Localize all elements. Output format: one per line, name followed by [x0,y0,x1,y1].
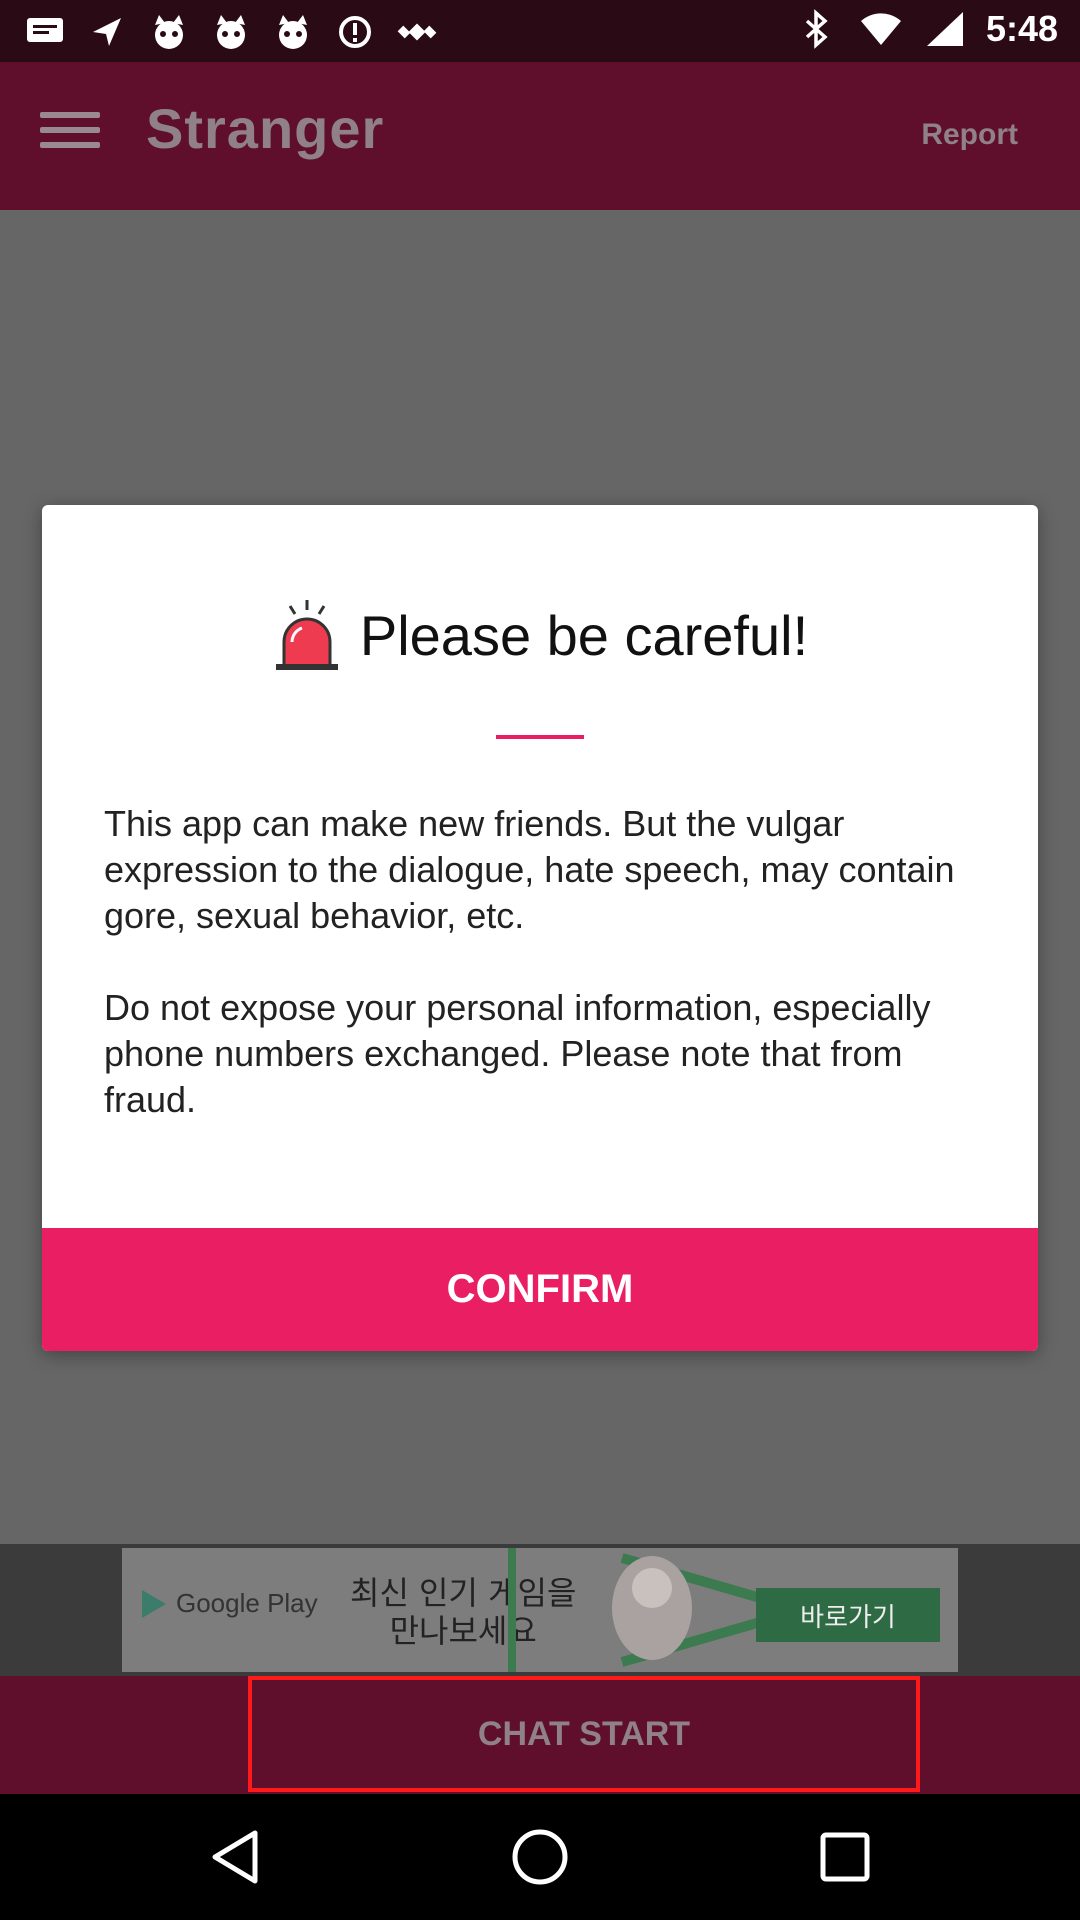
mascot-icon [270,12,316,52]
dialog-message: This app can make new friends. But the v… [104,801,984,1169]
mascot-icon [146,12,192,52]
status-icons-right: 5:48 [794,8,1058,50]
warning-paragraph-2: Do not expose your personal information,… [104,987,931,1120]
status-icons-left [22,12,440,52]
report-button[interactable]: Report [921,118,1018,152]
satellite-icon [394,12,440,52]
play-store-icon [142,1589,166,1618]
title-divider [496,735,584,739]
fake-gps-icon [332,12,378,52]
status-bar: 5:48 [0,0,1080,62]
dialog-title: Please be careful! [359,603,809,667]
warning-dialog: Please be careful! This app can make new… [42,505,1038,1351]
recents-icon[interactable] [810,1822,880,1892]
alarm-siren-icon [275,600,338,670]
bluetooth-icon [794,9,840,49]
ad-cta-button[interactable]: 바로가기 [756,1588,940,1642]
back-icon[interactable] [200,1822,270,1892]
google-play-badge: Google Play [142,1588,318,1619]
confirm-button[interactable]: CONFIRM [42,1228,1038,1351]
cell-signal-icon [922,9,968,49]
warning-paragraph-1: This app can make new friends. But the v… [104,803,955,936]
menu-icon[interactable] [40,112,100,164]
store-label: Google Play [176,1588,318,1618]
dialog-header: Please be careful! [42,595,1038,675]
app-bar: Stranger Report [0,62,1080,210]
message-icon [22,12,68,52]
app-title: Stranger [146,97,385,160]
wifi-icon [858,9,904,49]
mascot-icon [208,12,254,52]
ad-banner[interactable]: Google Play 최신 인기 게임을 만나보세요 바로가기 [122,1548,958,1672]
chat-start-button[interactable]: CHAT START [248,1676,920,1792]
system-nav-bar [0,1794,1080,1920]
home-icon[interactable] [505,1822,575,1892]
status-time: 5:48 [985,8,1058,49]
navigation-icon [84,12,130,52]
